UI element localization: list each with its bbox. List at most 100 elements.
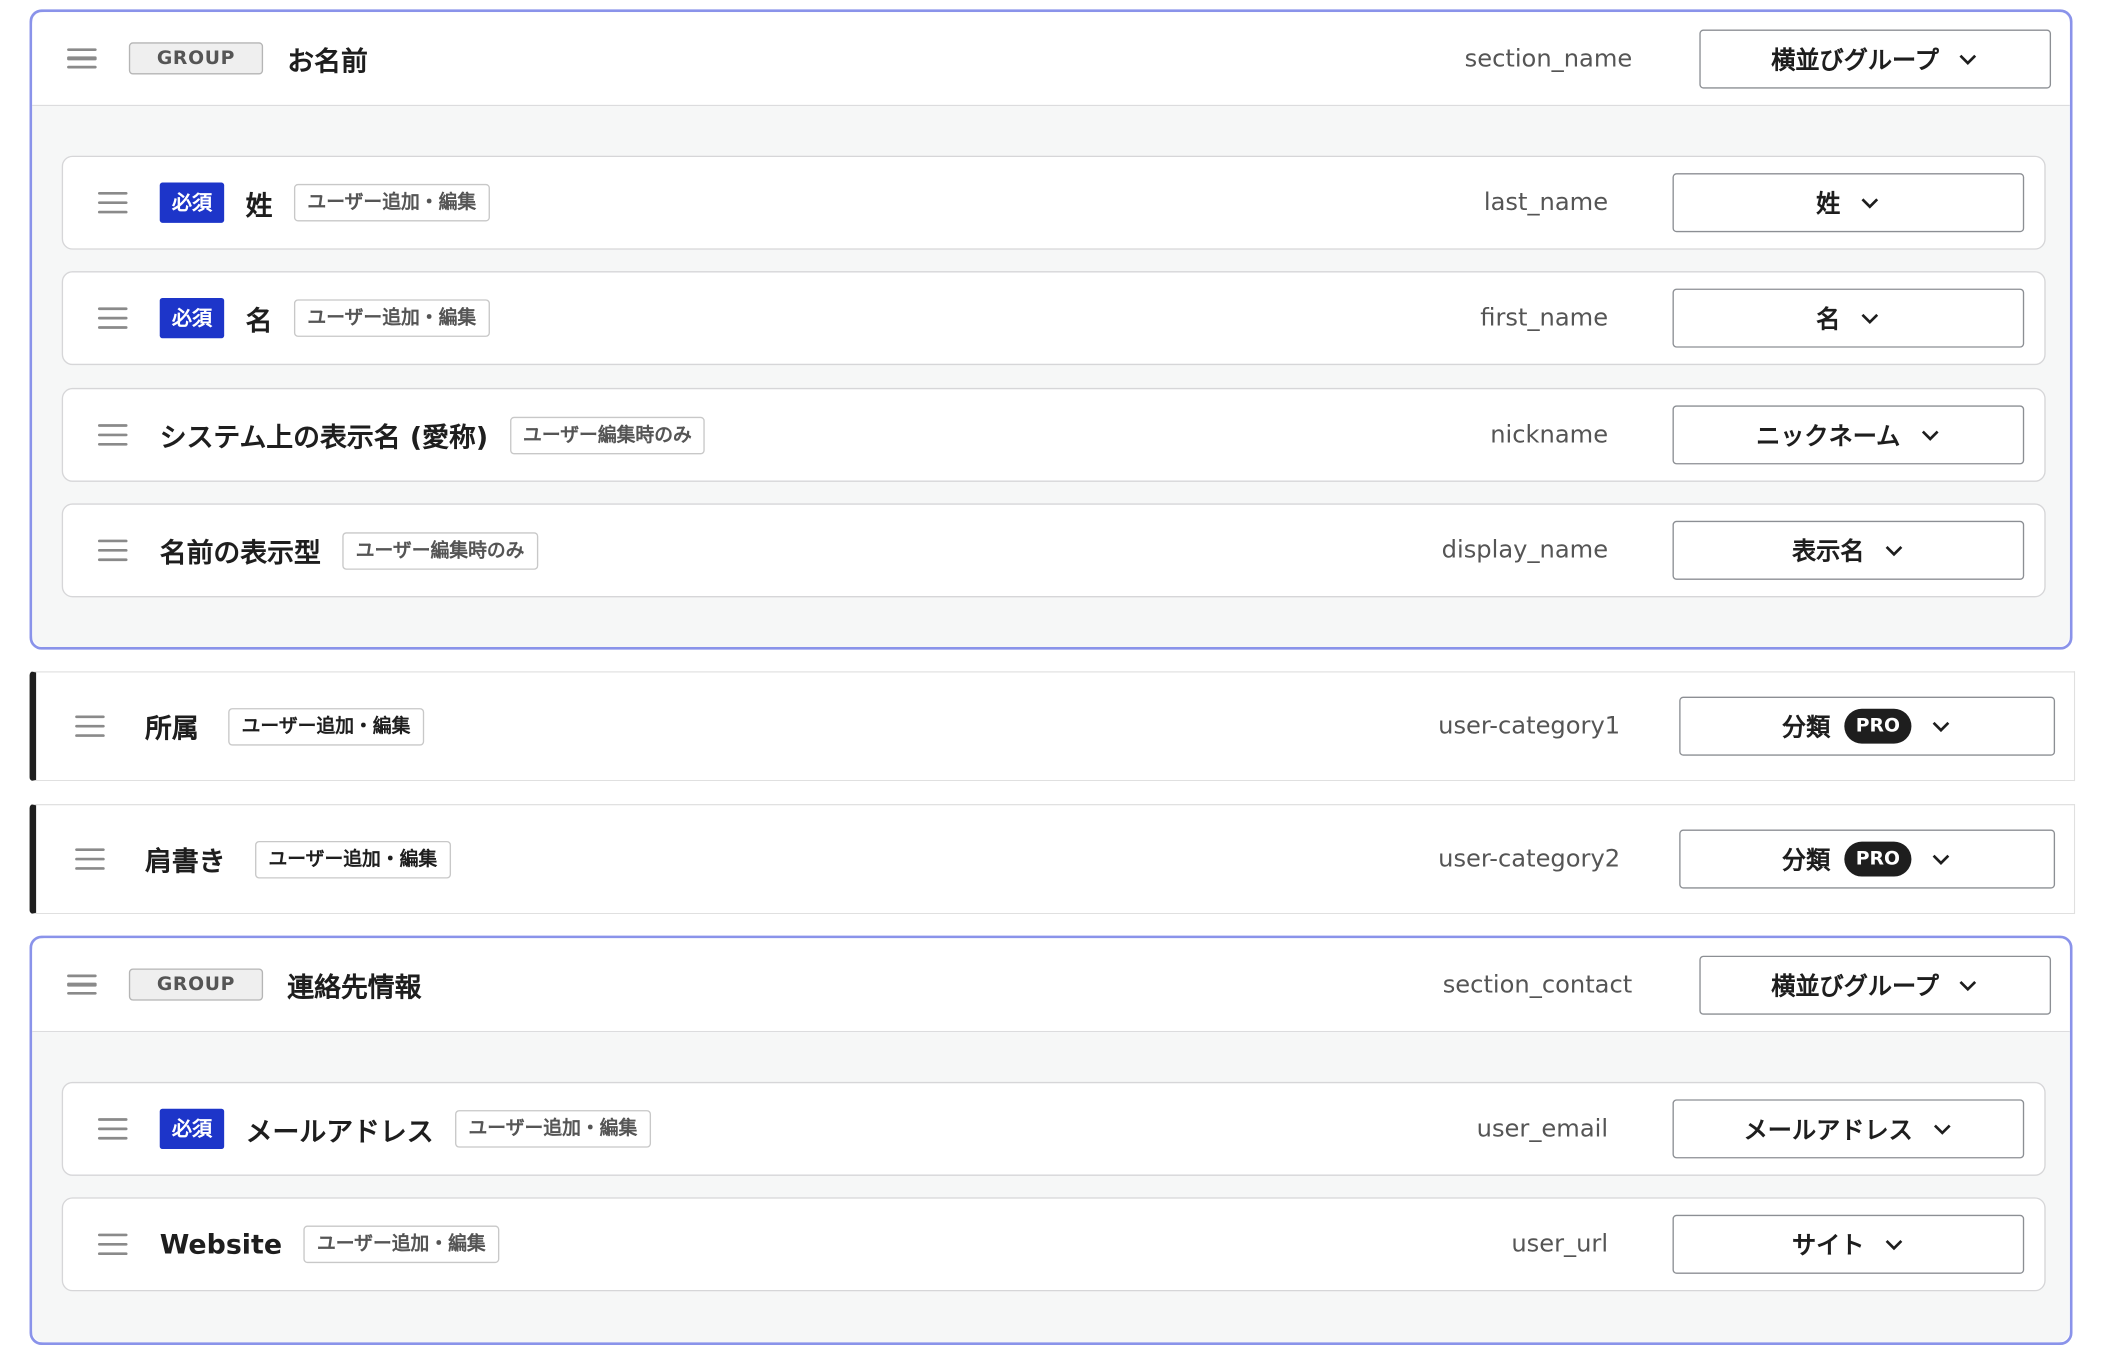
- group-section-contact: GROUP 連絡先情報 section_contact 横並びグループ 必須 メ…: [29, 935, 2073, 1345]
- pro-badge: PRO: [1843, 841, 1913, 877]
- chevron-down-icon: [1931, 715, 1952, 736]
- field-row-display-name: 名前の表示型 ユーザー編集時のみ display_name 表示名: [61, 503, 2046, 598]
- drag-handle-icon[interactable]: [97, 191, 128, 214]
- permission-tag: ユーザー追加・編集: [293, 183, 490, 222]
- field-row-first-name: 必須 名 ユーザー追加・編集 first_name 名: [61, 271, 2046, 366]
- field-title: メールアドレス: [245, 1114, 434, 1147]
- field-title: 肩書き: [144, 844, 226, 878]
- chevron-down-icon: [1859, 307, 1880, 328]
- chevron-down-icon: [1958, 974, 1979, 995]
- drag-handle-icon[interactable]: [97, 307, 128, 329]
- select-value: ニックネーム: [1756, 422, 1901, 452]
- field-label: 必須 メールアドレス ユーザー追加・編集: [159, 1108, 651, 1150]
- field-label: 所属 ユーザー追加・編集: [145, 707, 424, 746]
- field-label: Website ユーザー追加・編集: [159, 1225, 500, 1264]
- drag-handle-icon[interactable]: [97, 539, 128, 562]
- group-section-name: GROUP お名前 section_name 横並びグループ 必須 姓 ユーザー…: [29, 9, 2073, 650]
- field-title: Website: [159, 1228, 283, 1261]
- select-value: 名: [1816, 306, 1841, 335]
- field-title: システム上の表示名 (愛称): [159, 420, 489, 454]
- field-label: 必須 姓 ユーザー追加・編集: [159, 182, 490, 223]
- chevron-down-icon: [1883, 1234, 1904, 1255]
- select-value: 横並びグループ: [1771, 972, 1939, 1001]
- field-type-select[interactable]: 分類 PRO: [1679, 696, 2056, 756]
- drag-handle-icon[interactable]: [97, 1118, 128, 1140]
- field-type-select[interactable]: ニックネーム: [1672, 405, 2025, 465]
- select-value: 姓: [1816, 190, 1841, 219]
- select-value: 分類: [1781, 714, 1831, 743]
- select-value: 表示名: [1791, 538, 1865, 567]
- group-badge: GROUP: [128, 42, 264, 75]
- select-value: サイト: [1791, 1232, 1865, 1261]
- group-label: GROUP 連絡先情報: [128, 965, 422, 1004]
- drag-handle-icon[interactable]: [67, 973, 97, 996]
- group-title: お名前: [287, 44, 368, 77]
- field-key: user-category2: [1438, 844, 1621, 874]
- permission-tag: ユーザー追加・編集: [455, 1110, 651, 1148]
- permission-tag: ユーザー追加・編集: [255, 840, 451, 878]
- field-type-select[interactable]: メールアドレス: [1672, 1099, 2025, 1159]
- field-row-last-name: 必須 姓 ユーザー追加・編集 last_name 姓: [61, 155, 2046, 250]
- permission-tag: ユーザー追加・編集: [228, 707, 424, 745]
- drag-handle-icon[interactable]: [97, 1233, 128, 1255]
- drag-handle-icon[interactable]: [67, 47, 97, 70]
- pro-badge: PRO: [1843, 708, 1913, 744]
- field-row-user-category2: 肩書き ユーザー追加・編集 user-category2 分類 PRO: [29, 804, 2076, 915]
- field-key: user_email: [1476, 1114, 1609, 1143]
- drag-handle-icon[interactable]: [97, 424, 128, 446]
- field-type-select[interactable]: 姓: [1672, 173, 2025, 233]
- field-label: 必須 名 ユーザー追加・編集: [159, 297, 490, 339]
- field-label: システム上の表示名 (愛称) ユーザー編集時のみ: [159, 415, 706, 454]
- permission-tag: ユーザー追加・編集: [293, 299, 490, 337]
- field-layout-editor: GROUP お名前 section_name 横並びグループ 必須 姓 ユーザー…: [0, 0, 2102, 1369]
- chevron-down-icon: [1931, 848, 1952, 869]
- group-key: section_name: [1464, 44, 1633, 73]
- field-label: 名前の表示型 ユーザー編集時のみ: [160, 531, 538, 570]
- chevron-down-icon: [1859, 192, 1880, 213]
- field-title: 名: [245, 304, 273, 337]
- field-title: 所属: [144, 712, 199, 745]
- field-type-select[interactable]: サイト: [1672, 1214, 2025, 1274]
- required-badge: 必須: [159, 297, 225, 339]
- field-type-select[interactable]: 分類 PRO: [1679, 829, 2056, 889]
- permission-tag: ユーザー追加・編集: [303, 1225, 500, 1264]
- chevron-down-icon: [1932, 1118, 1953, 1139]
- field-key: user-category1: [1438, 712, 1621, 741]
- group-layout-select[interactable]: 横並びグループ: [1699, 955, 2052, 1015]
- field-key: first_name: [1480, 304, 1609, 333]
- field-key: user_url: [1511, 1230, 1609, 1259]
- field-row-user-url: Website ユーザー追加・編集 user_url サイト: [61, 1197, 2046, 1292]
- group-badge: GROUP: [128, 968, 264, 1001]
- field-row-user-category1: 所属 ユーザー追加・編集 user-category1 分類 PRO: [29, 671, 2076, 782]
- field-type-select[interactable]: 表示名: [1672, 520, 2025, 580]
- group-header: GROUP 連絡先情報 section_contact 横並びグループ: [32, 938, 2070, 1033]
- field-title: 姓: [245, 188, 273, 221]
- field-type-select[interactable]: 名: [1672, 288, 2025, 348]
- required-badge: 必須: [159, 182, 225, 223]
- group-title: 連絡先情報: [287, 970, 422, 1003]
- select-value: メールアドレス: [1743, 1116, 1913, 1145]
- chevron-down-icon: [1958, 48, 1979, 69]
- drag-handle-icon[interactable]: [75, 848, 105, 870]
- permission-tag: ユーザー編集時のみ: [509, 416, 706, 454]
- group-body: 必須 メールアドレス ユーザー追加・編集 user_email メールアドレス …: [32, 1032, 2070, 1343]
- group-key: section_contact: [1442, 970, 1633, 999]
- group-label: GROUP お名前: [128, 39, 368, 78]
- select-value: 分類: [1781, 846, 1831, 876]
- field-label: 肩書き ユーザー追加・編集: [145, 840, 451, 879]
- required-badge: 必須: [159, 1108, 225, 1150]
- field-key: last_name: [1483, 188, 1609, 217]
- group-header: GROUP お名前 section_name 横並びグループ: [32, 12, 2070, 107]
- field-key: display_name: [1441, 536, 1609, 565]
- chevron-down-icon: [1919, 424, 1940, 445]
- permission-tag: ユーザー編集時のみ: [342, 531, 538, 570]
- drag-handle-icon[interactable]: [75, 715, 105, 737]
- group-body: 必須 姓 ユーザー追加・編集 last_name 姓 必須 名 ユーザー追加・編…: [32, 106, 2070, 647]
- field-title: 名前の表示型: [159, 536, 321, 569]
- field-key: nickname: [1490, 420, 1609, 449]
- field-row-user-email: 必須 メールアドレス ユーザー追加・編集 user_email メールアドレス: [61, 1081, 2046, 1176]
- group-layout-select[interactable]: 横並びグループ: [1699, 28, 2052, 88]
- field-row-nickname: システム上の表示名 (愛称) ユーザー編集時のみ nickname ニックネーム: [61, 387, 2046, 482]
- select-value: 横並びグループ: [1771, 46, 1939, 75]
- chevron-down-icon: [1883, 540, 1904, 561]
